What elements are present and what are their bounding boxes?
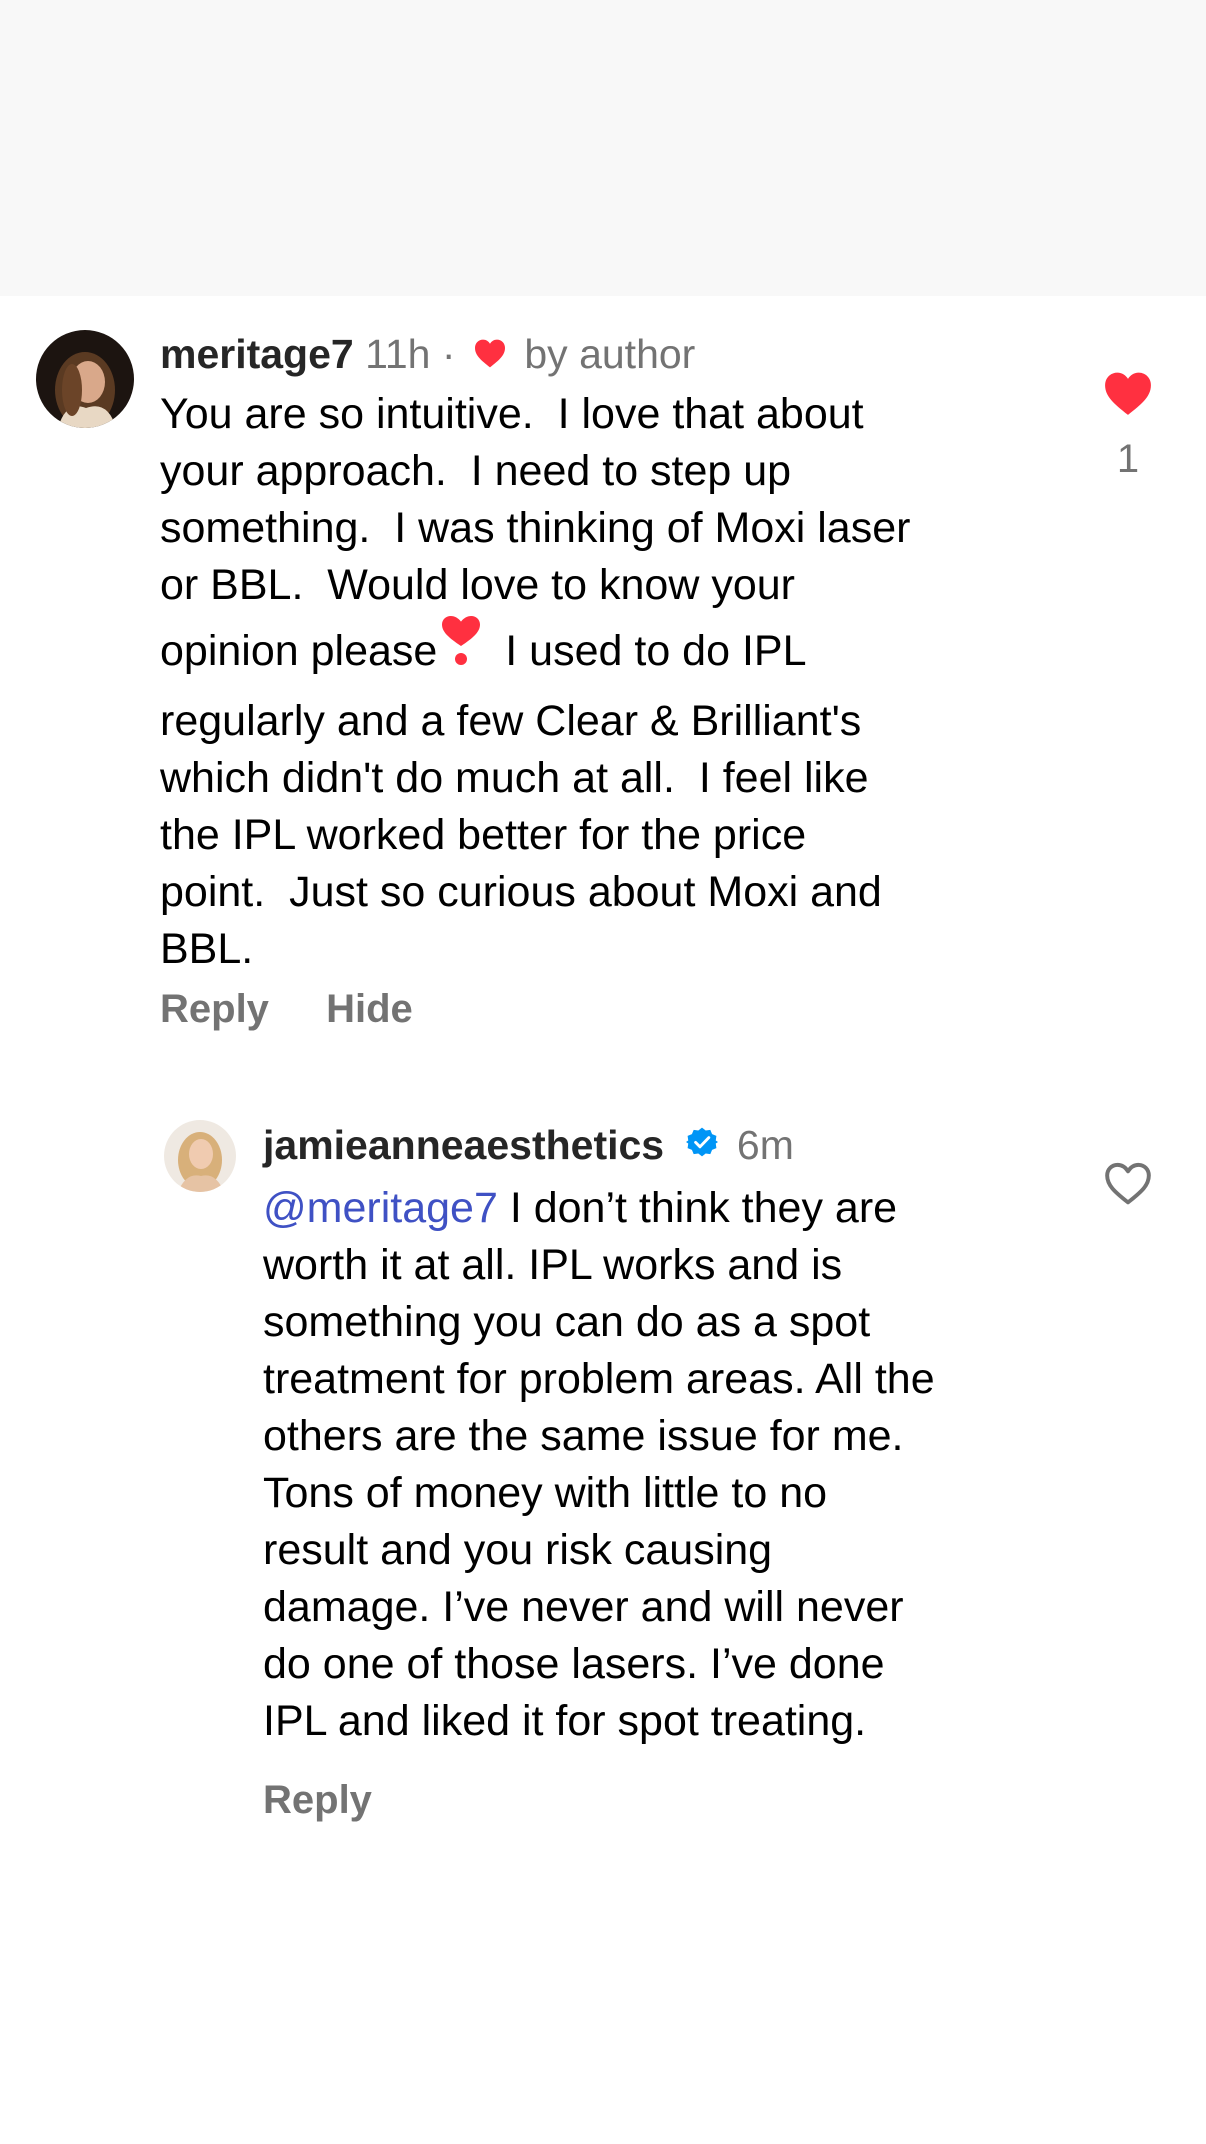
heart-exclamation-emoji-icon [439,614,483,683]
timestamp: 11h [365,331,431,377]
avatar[interactable] [36,330,134,428]
comment-header: meritage7 11h · by author [160,330,695,384]
heart-outline-icon[interactable] [1103,1160,1153,1206]
avatar[interactable] [164,1120,236,1192]
comment-text: You are so intuitive. I love that about … [160,386,1060,978]
like-count[interactable]: 1 [1088,435,1168,483]
timestamp: 6m [736,1121,794,1168]
like-button[interactable] [1088,370,1168,421]
comment-text-part: I don’t think they are worth it at all. … [263,1184,935,1745]
mention-link[interactable]: @meritage7 [263,1184,498,1232]
author-like-label: by author [524,331,696,377]
reply-button[interactable]: Reply [160,987,269,1031]
username[interactable]: jamieanneaesthetics [263,1122,664,1168]
comment-actions: Reply [263,1776,372,1824]
username[interactable]: meritage7 [160,331,354,377]
comment-actions: Reply Hide [160,985,413,1033]
reply-button[interactable]: Reply [263,1778,372,1822]
comment-header: jamieanneaesthetics 6m [263,1120,794,1176]
comment-text: @meritage7 I don’t think they are worth … [263,1180,1123,1750]
comment-text-part: I used to do IPL regularly and a few Cle… [160,626,882,973]
like-column: 1 [1088,370,1168,483]
separator: · [441,331,456,377]
like-button[interactable] [1088,1160,1168,1211]
like-column [1088,1160,1168,1211]
verified-badge-icon [685,1120,718,1168]
hide-button[interactable]: Hide [326,987,413,1031]
heart-filled-icon[interactable] [1103,370,1153,416]
top-blank-area [0,0,1206,296]
heart-filled-icon [473,330,507,378]
